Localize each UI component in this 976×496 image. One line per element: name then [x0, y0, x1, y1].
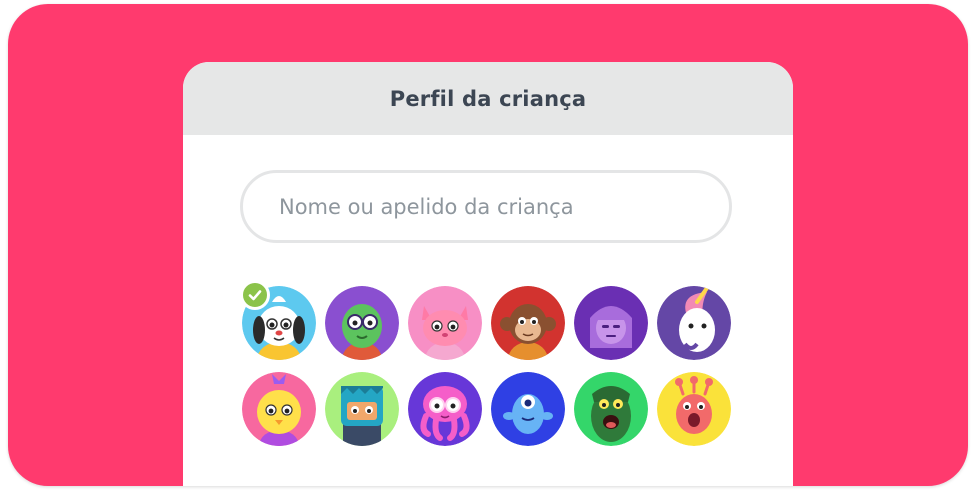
avatar-pink-octopus[interactable] [408, 372, 482, 446]
selected-check-icon [240, 280, 270, 310]
avatar-white-unicorn[interactable] [657, 286, 731, 360]
card-header: Perfil da criança [183, 62, 793, 135]
green-swamp-creature-icon [574, 372, 648, 446]
pink-octopus-icon [408, 372, 482, 446]
child-profile-card: Perfil da criança [183, 62, 793, 486]
child-name-input[interactable] [240, 170, 732, 243]
white-unicorn-icon [657, 286, 731, 360]
card-title: Perfil da criança [389, 86, 587, 111]
purple-girl-icon [574, 286, 648, 360]
monkey-icon [491, 286, 565, 360]
green-owl-icon [325, 286, 399, 360]
avatar-pink-alien[interactable] [657, 372, 731, 446]
avatar-blue-monster[interactable] [491, 372, 565, 446]
pink-alien-icon [657, 372, 731, 446]
teal-robot-icon [325, 372, 399, 446]
avatar-grid [242, 286, 732, 446]
blue-monster-icon [491, 372, 565, 446]
avatar-pink-cat[interactable] [408, 286, 482, 360]
avatar-purple-girl[interactable] [574, 286, 648, 360]
avatar-teal-robot[interactable] [325, 372, 399, 446]
yellow-chick-icon [242, 372, 316, 446]
avatar-monkey[interactable] [491, 286, 565, 360]
avatar-green-swamp-creature[interactable] [574, 372, 648, 446]
avatar-green-owl[interactable] [325, 286, 399, 360]
avatar-yellow-chick[interactable] [242, 372, 316, 446]
app-frame: Perfil da criança [8, 4, 968, 486]
pink-cat-icon [408, 286, 482, 360]
